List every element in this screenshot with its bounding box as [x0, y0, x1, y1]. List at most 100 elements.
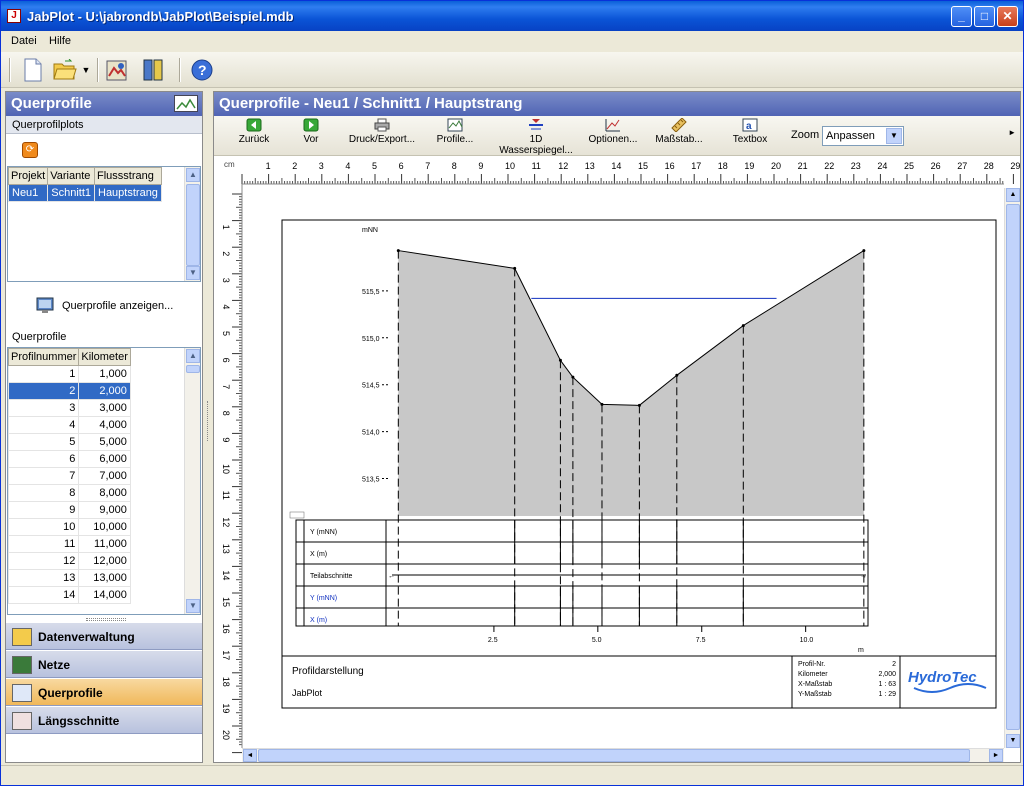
nav-längsschnitte[interactable]: Längsschnitte — [6, 706, 202, 734]
ruler-label: 10 — [221, 464, 231, 474]
footer-title: Profildarstellung — [292, 666, 364, 677]
profiles-row[interactable]: 10 10,000 — [8, 518, 131, 536]
new-file-icon[interactable] — [19, 56, 47, 84]
forward-arrow-icon — [303, 118, 319, 132]
svg-text:a: a — [746, 121, 752, 132]
zoom-label: Zoom — [791, 129, 820, 141]
plots-section-label: Querprofilplots — [6, 116, 202, 134]
water-level-button[interactable]: 1D Wasserspiegel... — [492, 118, 580, 156]
profiles-cell: 7 — [8, 467, 80, 485]
splitter-grip[interactable] — [86, 618, 126, 621]
profiles-row[interactable]: 3 3,000 — [8, 399, 131, 417]
profiles-cell: 2 — [8, 382, 80, 400]
ground-point — [571, 375, 575, 379]
info-value: 2,000 — [878, 671, 896, 678]
x-tick-label: 2.5 — [488, 637, 498, 644]
plots-cell: Neu1 — [8, 184, 49, 202]
ruler-label: 28 — [984, 161, 994, 171]
profiles-cell: 1 — [8, 365, 80, 383]
profile-chart-icon — [447, 118, 463, 132]
profiles-row[interactable]: 14 14,000 — [8, 586, 131, 604]
toolbar-separator — [9, 58, 11, 82]
menu-datei[interactable]: Datei — [11, 35, 37, 47]
plots-row[interactable]: Neu1 Schnitt1 Hauptstrang — [8, 184, 162, 202]
zoom-select[interactable]: Anpassen ▼ — [822, 126, 904, 146]
profiles-column-header[interactable]: Kilometer — [78, 348, 131, 366]
title-bar[interactable]: J JabPlot - U:\jabrondb\JabPlot\Beispiel… — [1, 1, 1023, 31]
refresh-icon[interactable]: ⟳ — [22, 142, 38, 158]
ruler-label: 12 — [558, 161, 568, 171]
svg-text:?: ? — [198, 62, 207, 78]
profiles-row[interactable]: 9 9,000 — [8, 501, 131, 519]
ruler-label: 8 — [452, 161, 457, 171]
forward-button[interactable]: Vor — [294, 118, 328, 145]
maximize-button[interactable]: □ — [974, 6, 995, 27]
options-icon — [605, 119, 620, 132]
scale-button[interactable]: Maßstab... — [654, 118, 704, 145]
ruler-label: 19 — [221, 703, 231, 713]
minimize-button[interactable]: _ — [951, 6, 972, 27]
ruler-label: 20 — [771, 161, 781, 171]
zoom-value: Anpassen — [826, 130, 875, 142]
water-level-label: 1D Wasserspiegel... — [499, 134, 573, 156]
ruler-label: 3 — [221, 278, 231, 283]
profiles-row[interactable]: 4 4,000 — [8, 416, 131, 434]
x-tick-label: 7.5 — [696, 637, 706, 644]
horizontal-scrollbar[interactable]: ◄ ► — [242, 748, 1004, 762]
nav-querprofile[interactable]: Querprofile — [6, 678, 202, 706]
chart-view-icon[interactable] — [174, 95, 198, 112]
print-export-button[interactable]: Druck/Export... — [348, 118, 416, 145]
plot-surface: cm 1 2 3 4 5 6 7 8 9 10 11 12 13 14 15 16 17 18 19 20 21 22 23 2… — [214, 156, 1020, 762]
ruler-label: 15 — [221, 597, 231, 607]
menu-hilfe[interactable]: Hilfe — [49, 35, 71, 47]
profiles-row[interactable]: 5 5,000 — [8, 433, 131, 451]
profiles-row[interactable]: 1 1,000 — [8, 365, 131, 383]
profiles-row[interactable]: 13 13,000 — [8, 569, 131, 587]
toolbar-overflow-icon[interactable]: ► — [1008, 128, 1016, 137]
status-bar — [1, 765, 1023, 785]
left-pane: Querprofile Querprofilplots ⟳ Projekt Var… — [5, 91, 203, 763]
ruler-label: 20 — [221, 730, 231, 740]
profiles-button[interactable]: Profile... — [434, 118, 476, 145]
ground-point — [675, 373, 679, 377]
open-folder-icon[interactable] — [51, 56, 79, 84]
plots-scrollbar[interactable]: ▲ ▼ — [184, 167, 200, 281]
profiles-row[interactable]: 12 12,000 — [8, 552, 131, 570]
plots-column-header[interactable]: Variante — [47, 167, 95, 185]
ruler-label: 5 — [221, 331, 231, 336]
nav-netze[interactable]: Netze — [6, 650, 202, 678]
plots-column-header[interactable]: Projekt — [8, 167, 49, 185]
ruler-label: 9 — [478, 161, 483, 171]
segment-arrow-right: → — [860, 573, 867, 580]
open-dropdown-icon[interactable]: ▼ — [79, 56, 93, 84]
print-export-label: Druck/Export... — [348, 134, 416, 145]
window-title: JabPlot - U:\jabrondb\JabPlot\Beispiel.m… — [27, 9, 294, 24]
profiles-cell: 12 — [8, 552, 80, 570]
close-button[interactable]: ✕ — [997, 6, 1018, 27]
ruler-label: 6 — [399, 161, 404, 171]
show-profiles-button[interactable]: Querprofile anzeigen... — [36, 296, 173, 316]
layout-icon[interactable] — [139, 56, 167, 84]
help-icon[interactable]: ? — [187, 56, 215, 84]
info-label: Y-Maßstab — [798, 691, 832, 698]
profiles-column-header[interactable]: Profilnummer — [8, 348, 80, 366]
profiles-scrollbar[interactable]: ▲ ▼ — [184, 348, 200, 614]
textbox-icon: a — [742, 118, 758, 132]
map-edit-icon[interactable] — [103, 56, 131, 84]
profiles-row[interactable]: 2 2,000 — [8, 382, 131, 400]
textbox-button[interactable]: a Textbox — [730, 118, 770, 145]
profiles-cell: 7,000 — [78, 467, 131, 485]
pane-splitter[interactable] — [207, 401, 210, 441]
vertical-scrollbar[interactable]: ▲ ▼ — [1004, 188, 1020, 748]
printer-icon — [374, 118, 390, 132]
profiles-row[interactable]: 6 6,000 — [8, 450, 131, 468]
ruler-label: 9 — [221, 437, 231, 442]
plots-column-header[interactable]: Flussstrang — [94, 167, 162, 185]
options-button[interactable]: Optionen... — [588, 118, 638, 145]
nav-datenverwaltung[interactable]: Datenverwaltung — [6, 622, 202, 650]
ruler-label: 21 — [798, 161, 808, 171]
profiles-row[interactable]: 11 11,000 — [8, 535, 131, 553]
profiles-row[interactable]: 8 8,000 — [8, 484, 131, 502]
back-button[interactable]: Zurück — [234, 118, 274, 145]
profiles-row[interactable]: 7 7,000 — [8, 467, 131, 485]
